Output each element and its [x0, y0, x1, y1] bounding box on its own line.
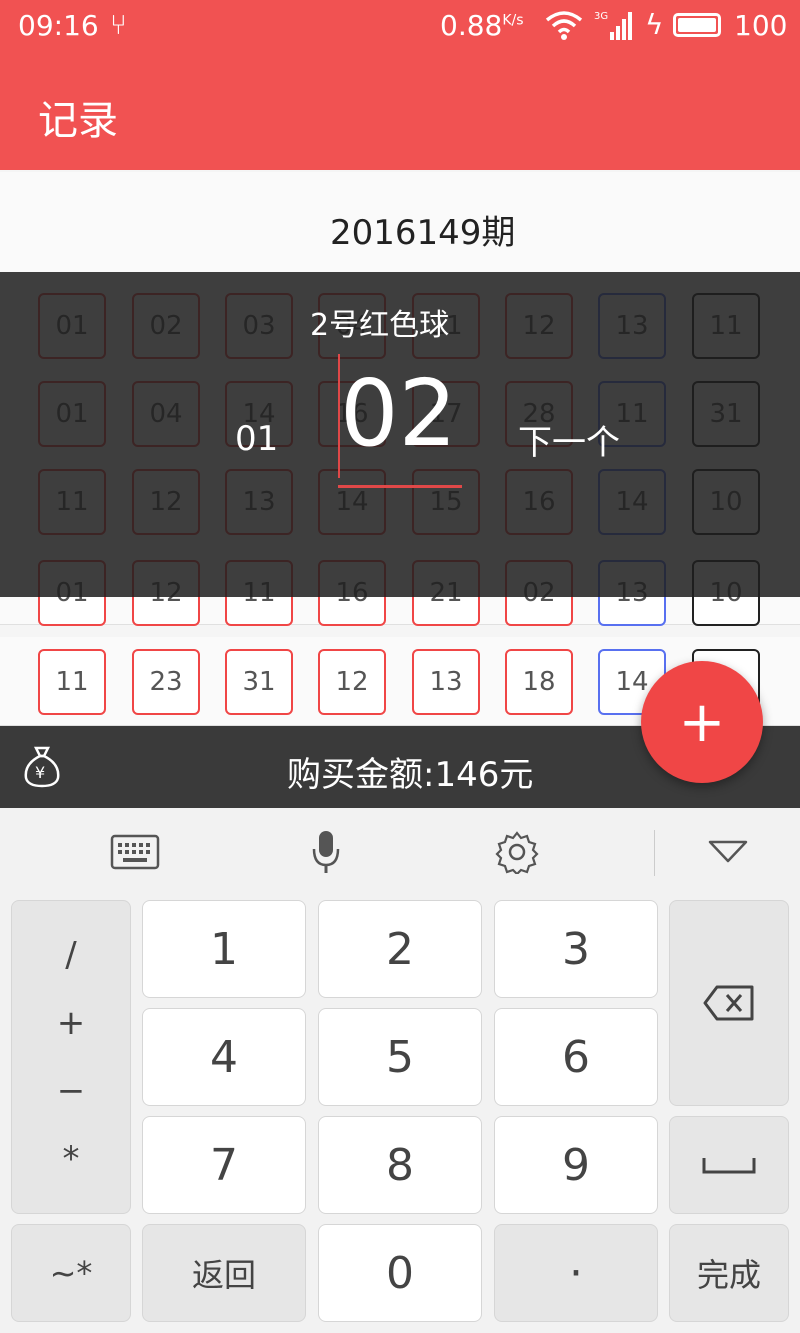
- plus-icon: +: [678, 689, 726, 755]
- space-icon: [702, 1158, 756, 1174]
- battery-icon: [673, 13, 721, 37]
- key-0[interactable]: 0: [318, 1224, 482, 1322]
- keyboard-toolbar: [0, 808, 800, 896]
- dot-key[interactable]: ·: [494, 1224, 658, 1322]
- backspace-icon: [703, 985, 754, 1021]
- symbol-keys[interactable]: / + − *: [11, 900, 131, 1214]
- red-ball[interactable]: 31: [225, 649, 293, 715]
- status-bar: 09:16 ⑂ 0.88K/s 3G ϟ 100: [0, 0, 800, 52]
- wifi-icon: [545, 10, 583, 47]
- key-8[interactable]: 8: [318, 1116, 482, 1214]
- charging-icon: ϟ: [645, 8, 664, 41]
- minus-key[interactable]: −: [57, 1071, 86, 1111]
- picker-next-button[interactable]: 下一个: [518, 415, 620, 464]
- red-ball[interactable]: 18: [505, 649, 573, 715]
- key-3[interactable]: 3: [494, 900, 658, 998]
- key-9[interactable]: 9: [494, 1116, 658, 1214]
- red-ball[interactable]: 12: [318, 649, 386, 715]
- picker-underline: [338, 485, 462, 488]
- purchase-amount: 购买金额:146元: [287, 755, 534, 795]
- back-key[interactable]: 返回: [142, 1224, 306, 1322]
- keyboard-icon[interactable]: [110, 828, 160, 876]
- space-key[interactable]: [669, 1116, 789, 1214]
- numeric-keyboard: / + − * 1 2 3 4 5 6 7 8 9 ~* 返回 0 · 完成: [0, 808, 800, 1333]
- slash-key[interactable]: /: [65, 935, 76, 975]
- hide-keyboard-icon[interactable]: [706, 828, 750, 876]
- key-5[interactable]: 5: [318, 1008, 482, 1106]
- battery-level: 100: [734, 9, 788, 42]
- signal-icon: 3G: [594, 8, 636, 49]
- key-4[interactable]: 4: [142, 1008, 306, 1106]
- red-ball[interactable]: 13: [412, 649, 480, 715]
- done-key[interactable]: 完成: [669, 1224, 789, 1322]
- picker-current-value[interactable]: 02: [340, 360, 457, 467]
- settings-gear-icon[interactable]: [494, 828, 540, 876]
- red-ball[interactable]: 11: [38, 649, 106, 715]
- red-ball[interactable]: 23: [132, 649, 200, 715]
- multiply-key[interactable]: *: [63, 1139, 80, 1179]
- usb-icon: ⑂: [110, 8, 127, 41]
- svg-text:3G: 3G: [594, 11, 608, 22]
- picker-title: 2号红色球: [310, 308, 450, 343]
- add-button[interactable]: +: [641, 661, 763, 783]
- svg-text:¥: ¥: [35, 763, 45, 782]
- picker-previous-value[interactable]: 01: [235, 419, 278, 459]
- key-2[interactable]: 2: [318, 900, 482, 998]
- status-time: 09:16: [18, 9, 99, 42]
- key-6[interactable]: 6: [494, 1008, 658, 1106]
- microphone-icon[interactable]: [308, 828, 344, 876]
- plus-key[interactable]: +: [57, 1003, 86, 1043]
- toolbar-divider: [654, 830, 655, 876]
- network-speed: 0.88K/s: [440, 9, 524, 42]
- app-bar: 记录: [0, 52, 800, 170]
- page-title: 记录: [38, 98, 118, 144]
- money-bag-icon: ¥: [22, 744, 62, 788]
- backspace-key[interactable]: [669, 900, 789, 1106]
- key-1[interactable]: 1: [142, 900, 306, 998]
- key-7[interactable]: 7: [142, 1116, 306, 1214]
- tilde-star-key[interactable]: ~*: [11, 1224, 131, 1322]
- period-label: 2016149期: [330, 213, 516, 253]
